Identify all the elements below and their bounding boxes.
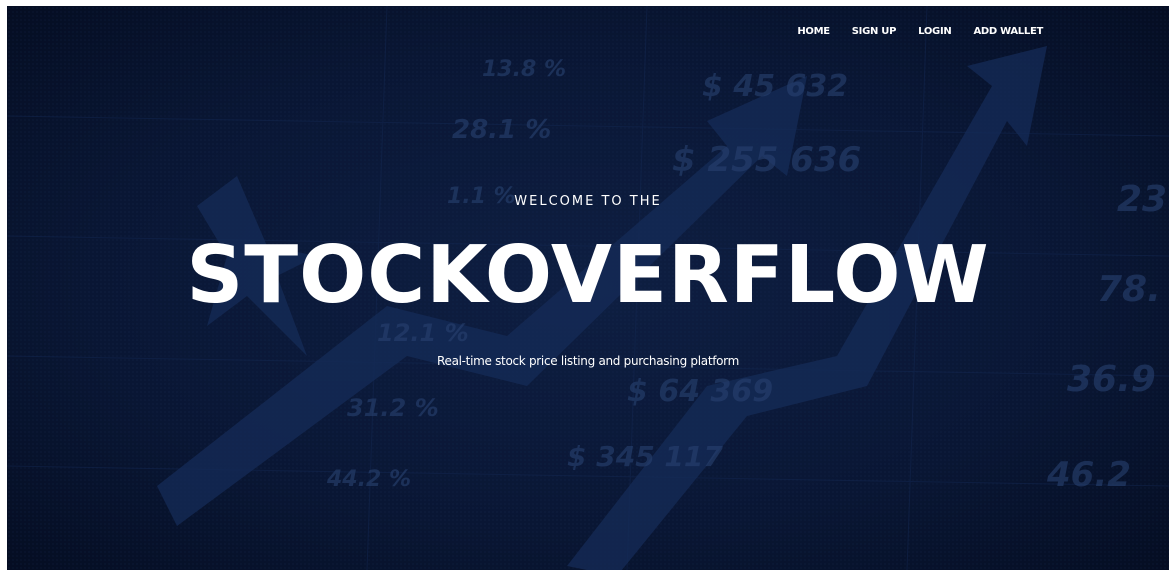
nav-login-link[interactable]: LOGIN	[918, 26, 952, 37]
hero-section: 28.1 % $ 45 632 $ 255 636 1.1 % 12.1 % 3…	[7, 6, 1169, 570]
main-nav: HOME SIGN UP LOGIN ADD WALLET	[797, 26, 1043, 37]
nav-add-wallet-link[interactable]: ADD WALLET	[973, 26, 1043, 37]
nav-sign-up-link[interactable]: SIGN UP	[852, 26, 897, 37]
nav-home-link[interactable]: HOME	[797, 26, 830, 37]
hero-title: STOCKOVERFLOW	[186, 229, 990, 321]
hero-welcome-text: WELCOME TO THE	[514, 194, 662, 209]
hero-subtitle: Real-time stock price listing and purcha…	[436, 354, 739, 368]
